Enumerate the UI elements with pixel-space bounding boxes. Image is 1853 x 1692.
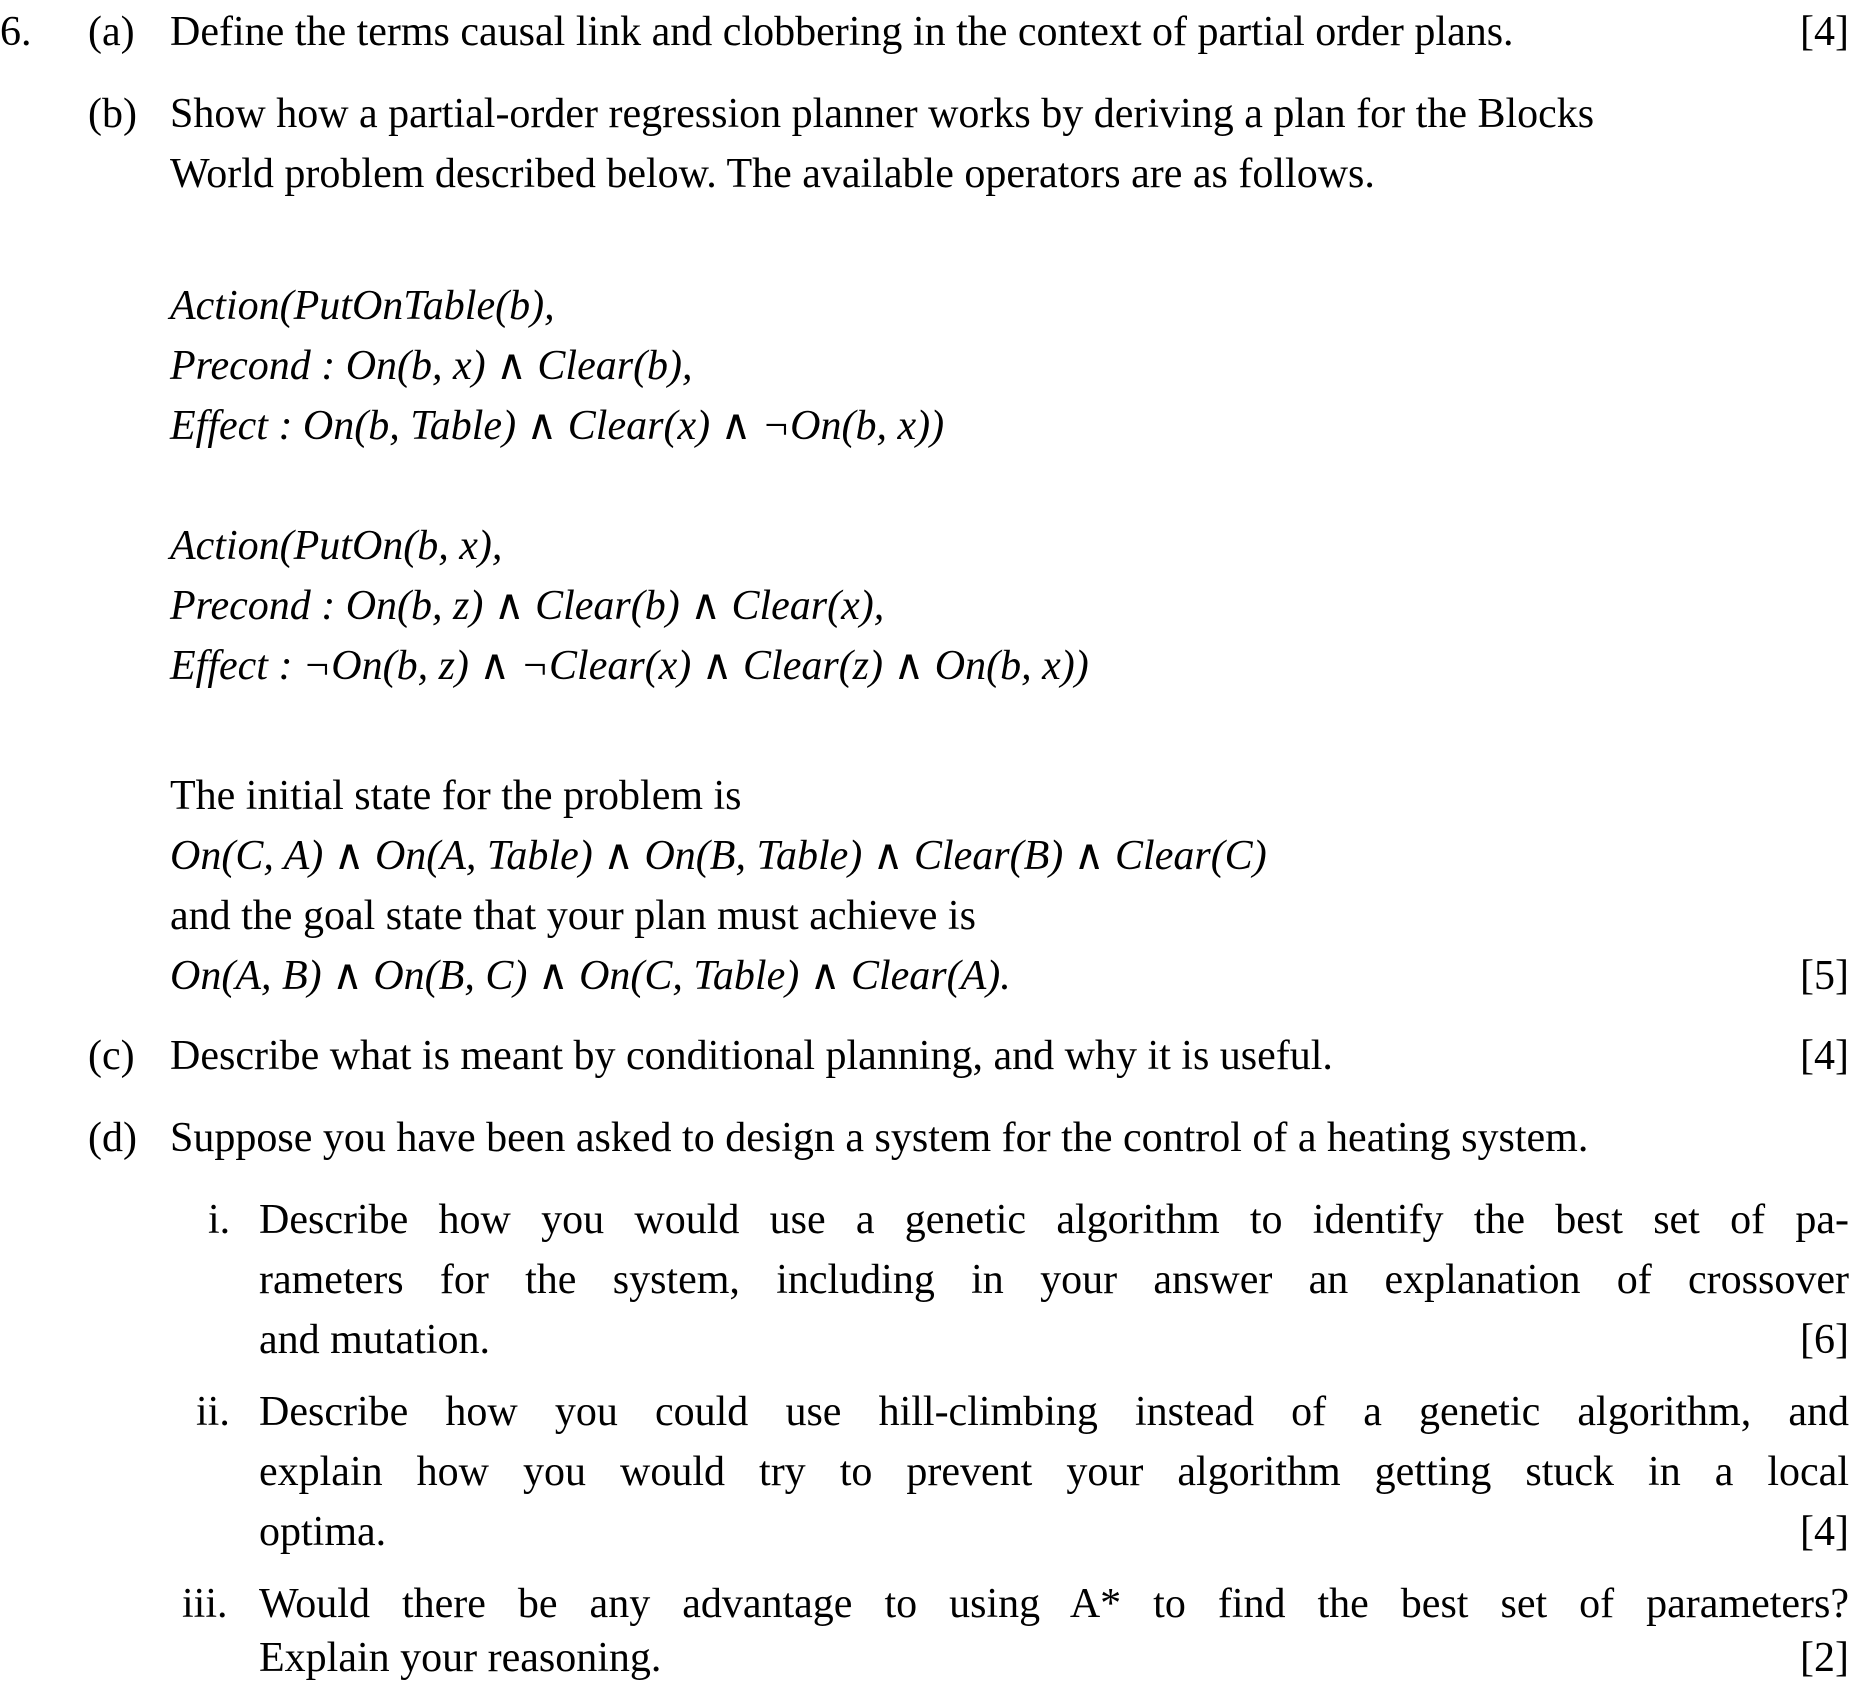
subpart-iii-marks: [2] [1800, 1635, 1849, 1681]
goal-state-formula: On(A, B) ∧ On(B, C) ∧ On(C, Table) ∧ Cle… [170, 953, 1011, 999]
initial-state-intro: The initial state for the problem is [170, 773, 742, 819]
subpart-iii-line2: Explain your reasoning. [259, 1635, 662, 1681]
part-c-marks: [4] [1800, 1033, 1849, 1079]
part-b-marks: [5] [1800, 953, 1849, 999]
operator-puton-action: Action(PutOn(b, x), [170, 523, 503, 569]
subpart-ii-marks: [4] [1800, 1509, 1849, 1555]
subpart-i-marks: [6] [1800, 1317, 1849, 1363]
part-b-label: (b) [88, 91, 137, 137]
part-d-label: (d) [88, 1115, 137, 1161]
operator-putontable-action: Action(PutOnTable(b), [170, 283, 555, 329]
subpart-iii-line1: Would there be any advantage to using A*… [259, 1581, 1849, 1627]
part-c-text: Describe what is meant by conditional pl… [170, 1033, 1333, 1079]
subpart-ii-label: ii. [196, 1389, 230, 1435]
subpart-iii-label: iii. [182, 1581, 228, 1627]
part-b-text-line2: World problem described below. The avail… [170, 151, 1375, 197]
goal-state-intro: and the goal state that your plan must a… [170, 893, 976, 939]
subpart-i-line3: and mutation. [259, 1317, 490, 1363]
part-a-label: (a) [88, 9, 135, 55]
operator-puton-effect: Effect : ¬On(b, z) ∧ ¬Clear(x) ∧ Clear(z… [170, 643, 1089, 689]
question-number: 6. [0, 9, 32, 55]
subpart-i-line2: rameters for the system, including in yo… [259, 1257, 1849, 1303]
subpart-ii-line2: explain how you would try to prevent you… [259, 1449, 1849, 1495]
initial-state-formula: On(C, A) ∧ On(A, Table) ∧ On(B, Table) ∧… [170, 833, 1267, 879]
operator-putontable-effect: Effect : On(b, Table) ∧ Clear(x) ∧ ¬On(b… [170, 403, 945, 449]
part-d-text: Suppose you have been asked to design a … [170, 1115, 1589, 1161]
subpart-i-line1: Describe how you would use a genetic alg… [259, 1197, 1849, 1243]
part-a-marks: [4] [1800, 9, 1849, 55]
operator-puton-precond: Precond : On(b, z) ∧ Clear(b) ∧ Clear(x)… [170, 583, 885, 629]
subpart-ii-line3: optima. [259, 1509, 387, 1555]
operator-putontable-precond: Precond : On(b, x) ∧ Clear(b), [170, 343, 693, 389]
part-c-label: (c) [88, 1033, 135, 1079]
part-b-text-line1: Show how a partial-order regression plan… [170, 91, 1595, 137]
part-a-text: Define the terms causal link and clobber… [170, 9, 1514, 55]
subpart-ii-line1: Describe how you could use hill-climbing… [259, 1389, 1849, 1435]
subpart-i-label: i. [208, 1197, 231, 1243]
